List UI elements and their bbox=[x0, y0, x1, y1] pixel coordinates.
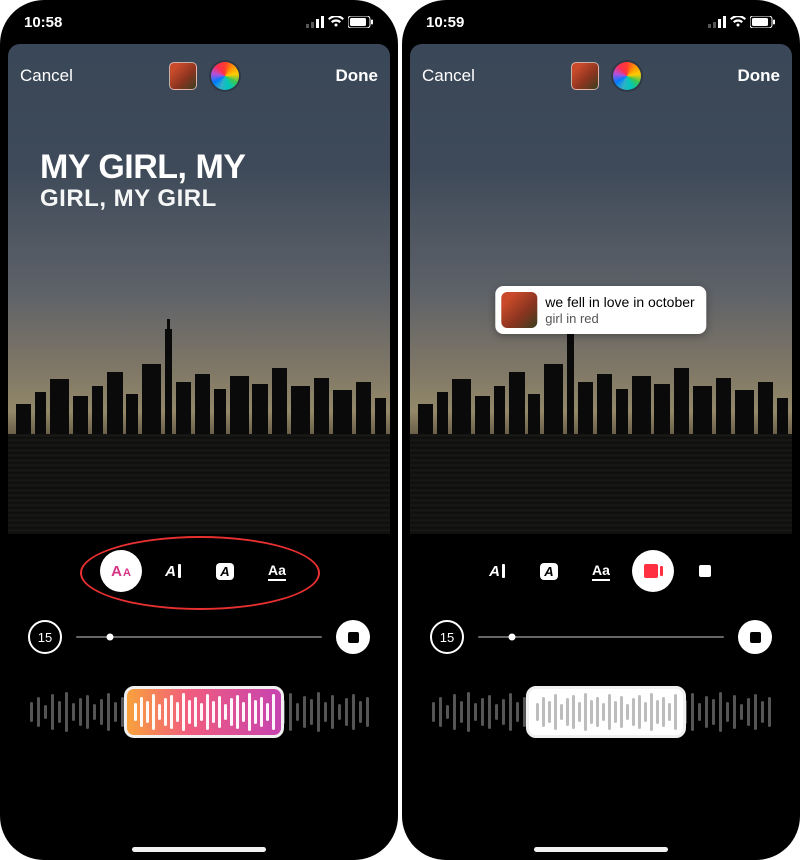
music-sticker-card[interactable]: we fell in love in october girl in red bbox=[495, 286, 706, 334]
wifi-icon bbox=[328, 16, 344, 28]
lyric-line-1: MY GIRL, MY bbox=[40, 148, 245, 187]
story-background[interactable] bbox=[8, 44, 390, 534]
timeline-row: 15 bbox=[0, 620, 398, 654]
home-indicator[interactable] bbox=[534, 847, 668, 852]
lyric-line-2: GIRL, MY GIRL bbox=[40, 185, 245, 213]
screen-right: 10:59 bbox=[402, 0, 800, 860]
slider-thumb[interactable] bbox=[107, 634, 114, 641]
album-art-icon bbox=[501, 292, 537, 328]
lyrics-style-classic[interactable]: Aa bbox=[580, 550, 622, 592]
stop-button[interactable] bbox=[336, 620, 370, 654]
lyrics-style-cursor[interactable]: A bbox=[152, 550, 194, 592]
home-indicator[interactable] bbox=[132, 847, 266, 852]
battery-icon bbox=[348, 16, 374, 28]
song-artist: girl in red bbox=[545, 311, 694, 327]
cancel-button[interactable]: Cancel bbox=[20, 66, 73, 86]
selected-clip[interactable] bbox=[124, 686, 284, 738]
nav-bar: Cancel Done bbox=[402, 56, 800, 96]
status-time: 10:58 bbox=[24, 14, 62, 31]
done-button[interactable]: Done bbox=[335, 66, 378, 86]
done-button[interactable]: Done bbox=[737, 66, 780, 86]
color-picker-button[interactable] bbox=[613, 62, 641, 90]
cancel-button[interactable]: Cancel bbox=[422, 66, 475, 86]
progress-slider[interactable] bbox=[76, 636, 322, 638]
selected-clip[interactable] bbox=[526, 686, 686, 738]
nav-bar: Cancel Done bbox=[0, 56, 398, 96]
clip-duration-badge[interactable]: 15 bbox=[430, 620, 464, 654]
skyline-silhouette bbox=[8, 324, 390, 434]
screen-left: 10:58 bbox=[0, 0, 398, 860]
lyric-style-row: A A A Aa bbox=[0, 550, 398, 592]
album-art-thumb[interactable] bbox=[571, 62, 599, 90]
status-indicators bbox=[708, 16, 776, 28]
timeline-row: 15 bbox=[402, 620, 800, 654]
waveform-scrubber[interactable] bbox=[402, 680, 800, 744]
stop-button[interactable] bbox=[738, 620, 772, 654]
sticker-style-art[interactable] bbox=[632, 550, 674, 592]
lyrics-style-badge[interactable]: A bbox=[204, 550, 246, 592]
clip-duration-badge[interactable]: 15 bbox=[28, 620, 62, 654]
status-indicators bbox=[306, 16, 374, 28]
water bbox=[8, 434, 390, 534]
signal-icon bbox=[708, 16, 726, 28]
lyrics-style-cursor[interactable]: A bbox=[476, 550, 518, 592]
album-art-thumb[interactable] bbox=[169, 62, 197, 90]
sticker-style-row: A A Aa bbox=[402, 550, 800, 592]
slider-thumb[interactable] bbox=[509, 634, 516, 641]
lyrics-style-dynamic[interactable]: A bbox=[100, 550, 142, 592]
wifi-icon bbox=[730, 16, 746, 28]
waveform-scrubber[interactable] bbox=[0, 680, 398, 744]
lyrics-sticker[interactable]: MY GIRL, MY GIRL, MY GIRL bbox=[40, 148, 245, 213]
water bbox=[410, 434, 792, 534]
song-title: we fell in love in october bbox=[545, 294, 694, 311]
lyrics-style-badge[interactable]: A bbox=[528, 550, 570, 592]
color-picker-button[interactable] bbox=[211, 62, 239, 90]
status-bar: 10:58 bbox=[0, 0, 398, 44]
battery-icon bbox=[750, 16, 776, 28]
skyline-silhouette bbox=[410, 324, 792, 434]
status-bar: 10:59 bbox=[402, 0, 800, 44]
lyrics-style-classic[interactable]: Aa bbox=[256, 550, 298, 592]
status-time: 10:59 bbox=[426, 14, 464, 31]
sticker-style-simple[interactable] bbox=[684, 550, 726, 592]
signal-icon bbox=[306, 16, 324, 28]
progress-slider[interactable] bbox=[478, 636, 724, 638]
